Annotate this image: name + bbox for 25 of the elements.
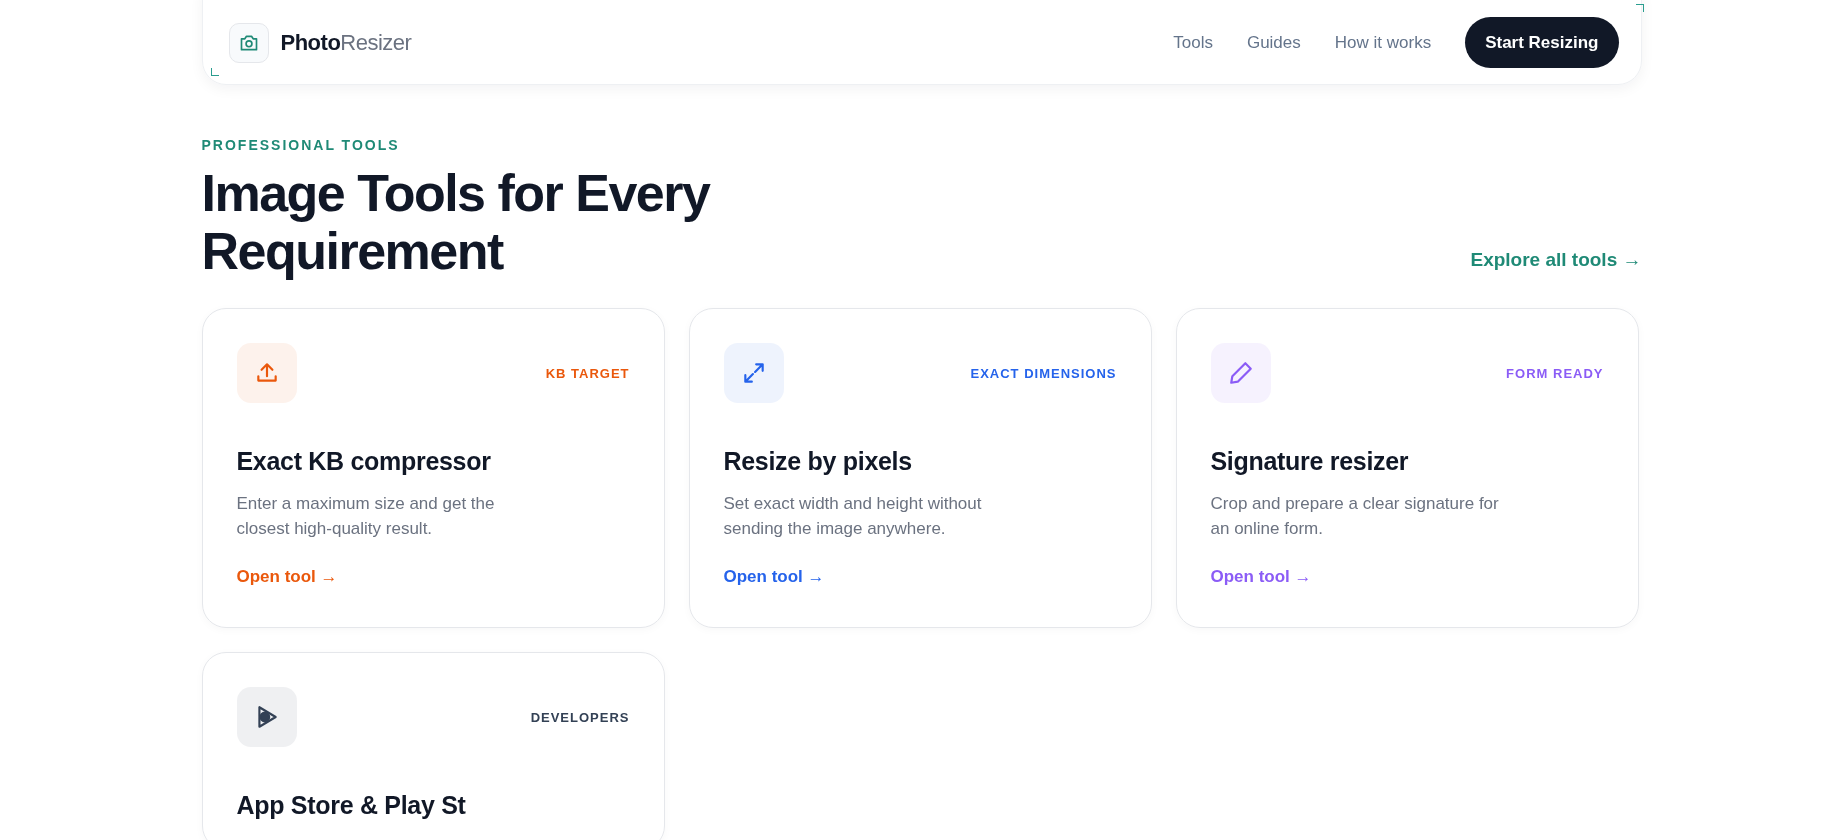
corner-mark [1635,4,1644,12]
nav-link[interactable]: Guides [1246,29,1301,56]
card-description: Set exact width and height without sending the image anywhere. [723,492,983,541]
nav-link[interactable]: How it works [1334,29,1432,56]
card-tag: DEVELOPERS [530,707,630,728]
section-heading: Image Tools for Every Requirement [201,164,712,281]
card-description: Enter a maximum size and get the closest high-quality result. [236,492,496,541]
open-tool-link[interactable]: Open tool → [236,563,630,590]
brand-logo[interactable]: PhotoResizer [280,26,412,59]
start-resizing-button[interactable]: Start Resizing [1465,16,1619,69]
card-title: Exact KB compressor [236,446,492,478]
card-description: Crop and prepare a clear signature for an online form. [1210,492,1500,541]
card-tag: KB TARGET [545,363,630,384]
camera-icon [228,22,269,63]
card-title: Signature resizer [1210,446,1410,478]
corner-mark [210,68,219,76]
card-tag: FORM READY [1506,363,1604,384]
card-tag: EXACT DIMENSIONS [970,363,1117,384]
explore-link[interactable]: Explore all tools → [1470,245,1642,275]
nav-link[interactable]: Tools [1173,29,1213,56]
open-tool-link[interactable]: Open tool → [723,563,1117,590]
open-tool-link[interactable]: Open tool → [1210,563,1604,590]
card-title: App Store & Play St [236,790,467,822]
section-eyebrow: PROFESSIONAL TOOLS [201,136,401,155]
card-title: Resize by pixels [723,446,913,478]
